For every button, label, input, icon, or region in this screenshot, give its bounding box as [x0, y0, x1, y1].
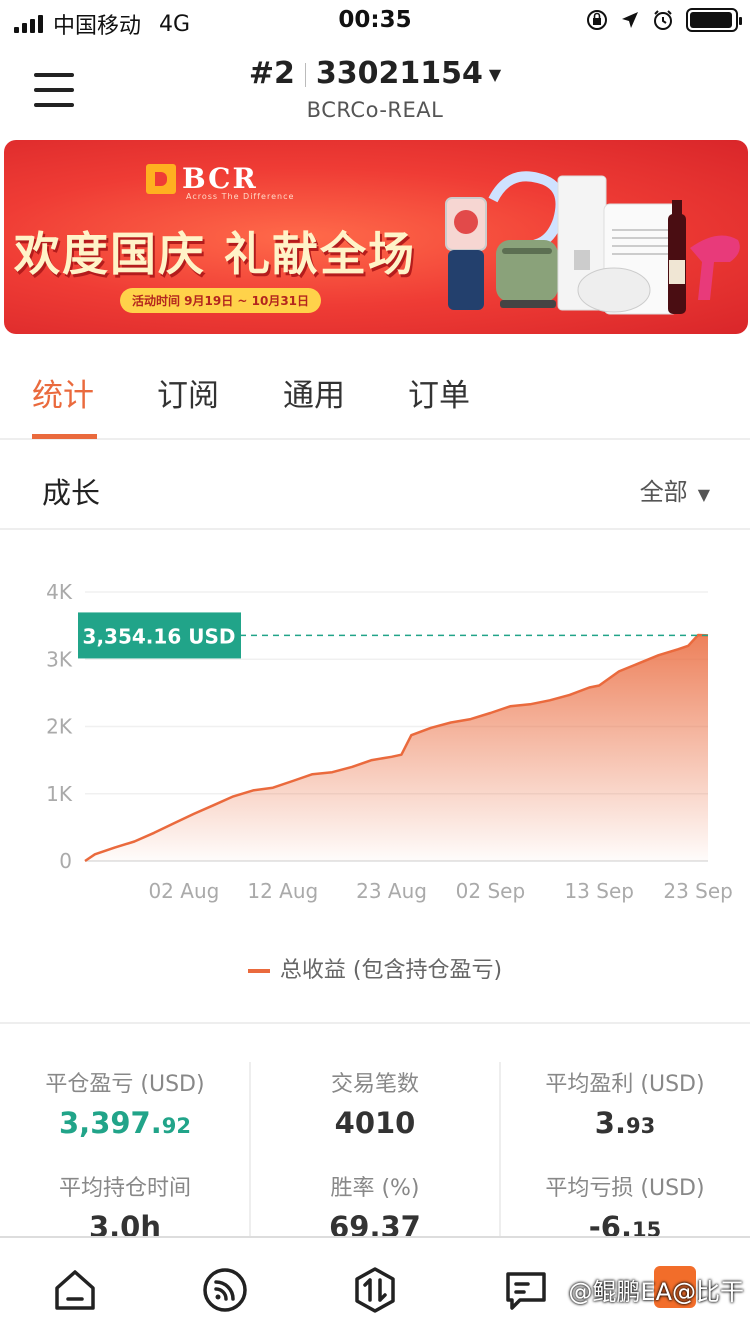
stat-value-decimal: 93 — [625, 1114, 656, 1138]
x-tick-label: 12 Aug — [247, 879, 318, 903]
chat-icon[interactable] — [502, 1266, 550, 1314]
stat-value: 3,397.92 — [0, 1106, 250, 1140]
stats-grid: 平仓盈亏 (USD) 3,397.92 交易笔数 4010 平均盈利 (USD)… — [0, 1022, 750, 1244]
x-tick-label: 02 Aug — [148, 879, 219, 903]
stat-label: 交易笔数 — [330, 1072, 419, 1097]
stat-label: 平均盈利 (USD) — [545, 1072, 705, 1097]
current-value-label: 3,354.16 USD — [83, 624, 236, 648]
y-tick-label: 1K — [46, 782, 73, 806]
trade-icon[interactable] — [351, 1266, 399, 1314]
orientation-lock-icon — [587, 10, 607, 30]
account-selector[interactable]: #2 33021154 ▼ — [0, 56, 750, 91]
tab-stats[interactable]: 统计 — [32, 370, 94, 415]
app-header: #2 33021154 ▼ BCRCo-REAL — [0, 44, 750, 134]
series-area — [85, 635, 708, 861]
x-tick-label: 23 Aug — [356, 879, 427, 903]
stat-label: 平均持仓时间 — [58, 1176, 191, 1201]
chart-legend: 总收益 (包含持仓盈亏) — [0, 952, 750, 984]
battery-icon — [686, 8, 742, 32]
banner-date: 活动时间 9月19日 ~ 10月31日 — [120, 288, 322, 313]
tab-subscribe[interactable]: 订阅 — [157, 370, 219, 415]
stat-label: 胜率 (%) — [330, 1176, 420, 1201]
stat-avg-hold-time: 平均持仓时间 3.0h — [0, 1170, 250, 1244]
home-icon[interactable] — [51, 1266, 99, 1314]
stat-avg-profit: 平均盈利 (USD) 3.93 — [500, 1066, 750, 1140]
stat-value: 3.93 — [500, 1106, 750, 1140]
x-tick-label: 02 Sep — [456, 879, 526, 903]
growth-chart-svg: 0 1K 2K 3K 4K 02 Aug 12 Aug 23 Aug 02 Sep 13 Sep 2… — [46, 580, 733, 903]
account-number: 33021154 — [315, 56, 483, 91]
tab-bar: 统计 订阅 通用 订单 — [0, 336, 750, 440]
x-tick-label: 13 Sep — [564, 879, 634, 903]
stat-avg-loss: 平均亏损 (USD) -6.15 — [500, 1170, 750, 1244]
y-tick-label: 2K — [46, 715, 73, 739]
caret-down-icon: ▼ — [697, 485, 710, 504]
account-index: #2 — [248, 56, 295, 91]
y-tick-label: 0 — [59, 849, 72, 873]
title-separator — [304, 62, 306, 87]
banner-products-image — [445, 171, 740, 315]
legend-swatch — [247, 969, 270, 973]
alarm-icon — [654, 10, 672, 30]
stat-value: 4010 — [250, 1106, 500, 1140]
range-filter-label: 全部 — [639, 478, 688, 506]
bcr-tagline: Across The Difference — [186, 192, 295, 201]
bcr-logo: BCR — [146, 162, 258, 195]
growth-header: 成长 全部 ▼ — [0, 442, 750, 530]
status-bar: 中国移动 4G 00:35 — [0, 0, 750, 40]
growth-title: 成长 — [42, 476, 101, 510]
stat-value-main: 3,397. — [59, 1106, 162, 1140]
battery-level — [690, 12, 732, 28]
stat-trade-count: 交易笔数 4010 — [250, 1066, 500, 1140]
status-right — [586, 8, 742, 32]
stat-value-main: 4010 — [334, 1106, 416, 1140]
stat-closed-pnl: 平仓盈亏 (USD) 3,397.92 — [0, 1066, 250, 1140]
server-name: BCRCo-REAL — [306, 98, 444, 122]
stat-label: 平仓盈亏 (USD) — [45, 1072, 205, 1097]
promo-banner[interactable]: BCR Across The Difference 欢度国庆 礼献全场 活动时间… — [4, 140, 748, 334]
stat-label: 平均亏损 (USD) — [545, 1176, 705, 1201]
caret-down-icon: ▼ — [488, 65, 502, 84]
y-tick-label: 4K — [46, 580, 73, 604]
tab-general[interactable]: 通用 — [283, 370, 345, 415]
stat-value-main: 3. — [594, 1106, 626, 1140]
growth-chart: 0 1K 2K 3K 4K 02 Aug 12 Aug 23 Aug 02 Sep 13 Sep 2… — [0, 532, 750, 1022]
bcr-logo-mark — [146, 163, 176, 194]
bottom-nav: @鲲鹏EA@比干 — [0, 1236, 750, 1334]
active-tab-indicator — [32, 434, 97, 439]
watermark-text: @鲲鹏EA@比干 — [568, 1278, 744, 1306]
stat-value-decimal: 92 — [161, 1114, 191, 1138]
signal-icon[interactable] — [201, 1266, 249, 1314]
bcr-logo-text: BCR — [182, 162, 258, 195]
x-tick-label: 23 Sep — [663, 879, 733, 903]
range-filter-dropdown[interactable]: 全部 ▼ — [640, 472, 710, 507]
location-icon — [622, 12, 638, 28]
tab-orders[interactable]: 订单 — [408, 370, 470, 415]
y-tick-label: 3K — [46, 647, 73, 671]
banner-slogan: 欢度国庆 礼献全场 — [14, 227, 417, 281]
stat-win-rate: 胜率 (%) 69.37 — [250, 1170, 500, 1244]
legend-label: 总收益 (包含持仓盈亏) — [279, 958, 503, 983]
